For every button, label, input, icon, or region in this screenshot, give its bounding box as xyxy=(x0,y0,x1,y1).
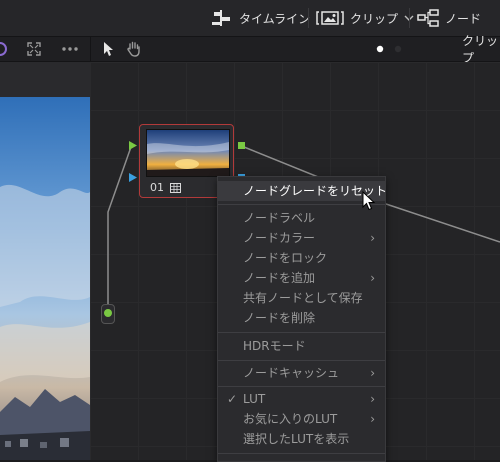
chevron-right-icon: › xyxy=(370,366,375,380)
key-input-icon[interactable] xyxy=(129,173,137,182)
menu-item-label: 共有ノードとして保存 xyxy=(243,291,363,305)
menu-divider xyxy=(218,360,385,361)
checkmark-icon: ✓ xyxy=(227,392,238,406)
node-thumbnail xyxy=(146,129,230,177)
chevron-right-icon: › xyxy=(370,412,375,426)
menu-item-label: ノードを削除 xyxy=(243,311,316,325)
menu-item-save-shared-node[interactable]: 共有ノードとして保存 xyxy=(218,288,385,308)
active-page-dot[interactable] xyxy=(373,40,387,58)
clips-label: クリップ xyxy=(350,11,399,26)
source-input-port[interactable] xyxy=(101,304,115,324)
menu-item-label: ノードカラー xyxy=(243,231,316,245)
chevron-right-icon: › xyxy=(370,231,375,245)
mouse-cursor-icon xyxy=(362,191,376,211)
menu-divider xyxy=(218,453,385,454)
menu-item-node-cache[interactable]: ノードキャッシュ › xyxy=(218,363,385,383)
toolbar-divider xyxy=(409,8,410,28)
toolbar-divider xyxy=(308,8,309,28)
chevron-right-icon: › xyxy=(370,392,375,406)
source-port-dot xyxy=(104,309,112,317)
color-wheel-icon[interactable] xyxy=(0,40,8,58)
rgb-output-port[interactable] xyxy=(238,142,245,149)
timeline-label: タイムライン xyxy=(239,11,311,26)
more-options-icon[interactable] xyxy=(60,40,80,58)
viewer-image xyxy=(0,97,90,460)
menu-item-label: ノードを追加 xyxy=(243,271,316,285)
toolbar-divider xyxy=(90,37,91,61)
hand-tool-icon[interactable] xyxy=(125,40,143,58)
grid-icon xyxy=(170,182,181,193)
fullscreen-icon[interactable] xyxy=(26,40,42,58)
menu-item-label: HDRモード xyxy=(243,339,306,353)
chevron-right-icon: › xyxy=(370,271,375,285)
menu-divider xyxy=(218,386,385,387)
menu-item-label: LUT xyxy=(243,392,266,406)
nodes-icon xyxy=(417,9,439,27)
menu-item-node-label[interactable]: ノードラベル xyxy=(218,208,385,228)
pointer-tool-icon[interactable] xyxy=(100,40,116,58)
menu-item-node-color[interactable]: ノードカラー › xyxy=(218,228,385,248)
node-context-menu: ノードグレードをリセット ノードラベル ノードカラー › ノードをロック ノード… xyxy=(217,176,387,462)
viewer-letterbox xyxy=(0,62,90,97)
menu-divider xyxy=(218,332,385,333)
viewer-panel xyxy=(0,62,90,460)
clips-icon xyxy=(316,11,344,25)
menu-item-label: ノードキャッシュ xyxy=(243,366,340,380)
menu-item-hdr-mode[interactable]: HDRモード xyxy=(218,336,385,356)
menu-item-label: お気に入りのLUT xyxy=(243,412,338,426)
menu-item-delete-node[interactable]: ノードを削除 xyxy=(218,308,385,328)
timeline-icon xyxy=(212,10,230,26)
nodes-button[interactable]: ノード xyxy=(417,0,481,36)
rgb-input-icon[interactable] xyxy=(129,141,137,150)
inactive-page-dot[interactable] xyxy=(391,40,405,58)
clip-mode-label[interactable]: クリップ xyxy=(462,34,500,65)
menu-item-label: ノードラベル xyxy=(243,211,316,225)
top-toolbar: タイムライン クリップ ノード xyxy=(0,0,500,37)
menu-item-lock-node[interactable]: ノードをロック xyxy=(218,248,385,268)
menu-item-label: ノードをロック xyxy=(243,251,328,265)
menu-item-reset-node-grade[interactable]: ノードグレードをリセット xyxy=(218,181,387,201)
clips-button[interactable]: クリップ xyxy=(316,0,414,36)
node-number: 01 xyxy=(150,181,164,194)
menu-item-lut[interactable]: ✓ LUT › xyxy=(218,389,385,409)
menu-item-add-node[interactable]: ノードを追加 › xyxy=(218,268,385,288)
nodes-label: ノード xyxy=(445,11,482,26)
menu-item-favorite-luts[interactable]: お気に入りのLUT › xyxy=(218,409,385,429)
timeline-button[interactable]: タイムライン xyxy=(211,0,310,36)
secondary-toolbar: クリップ xyxy=(0,34,500,65)
menu-divider xyxy=(218,204,385,205)
menu-item-show-selected-lut[interactable]: 選択したLUTを表示 xyxy=(218,429,385,449)
menu-item-label: 選択したLUTを表示 xyxy=(243,432,350,446)
node-label: 01 xyxy=(150,181,181,194)
